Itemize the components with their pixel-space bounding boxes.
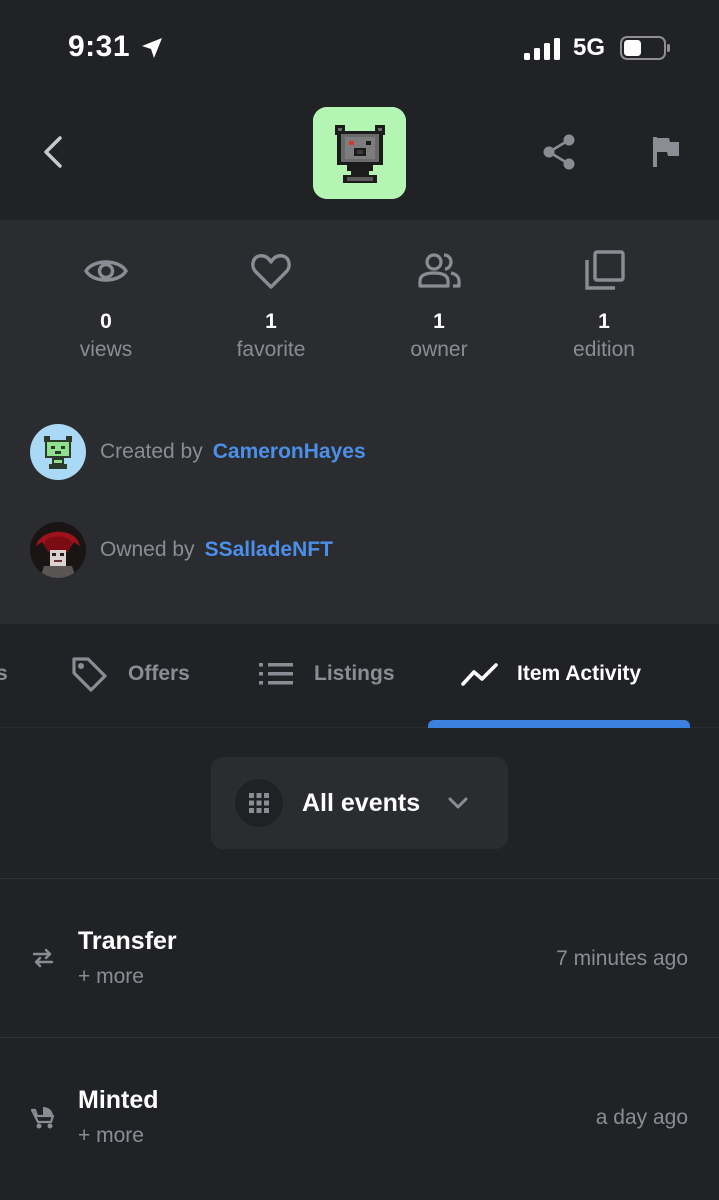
creator-link[interactable]: CameronHayes <box>213 440 366 464</box>
creator-prefix: Created by <box>100 440 203 463</box>
activity-timestamp: 7 minutes ago <box>556 947 688 970</box>
status-bar: 9:31 5G <box>0 0 719 95</box>
owner-avatar[interactable] <box>30 522 86 578</box>
editions-count: 1 <box>598 310 610 333</box>
filter-icon-badge <box>235 779 283 827</box>
stat-editions: 1 edition <box>524 248 684 362</box>
tab-item-activity-label: Item Activity <box>517 662 642 685</box>
trending-up-icon <box>461 663 498 686</box>
network-type: 5G <box>573 34 606 61</box>
owner-link[interactable]: SSalladeNFT <box>205 538 333 562</box>
active-tab-indicator <box>428 720 690 728</box>
activity-row-minted[interactable]: Minted + more a day ago <box>0 1038 719 1196</box>
stat-favorites: 1 favorite <box>191 248 351 362</box>
transfer-arrows-icon <box>32 948 54 968</box>
creator-row: Created by CameronHayes <box>30 424 366 480</box>
owners-label: owner <box>410 338 468 361</box>
item-header <box>0 95 719 220</box>
stat-owners: 1 owner <box>359 248 519 362</box>
chevron-down-icon <box>448 797 468 809</box>
item-info-panel: 0 views 1 favorite 1 owner 1 edition Cre… <box>0 220 719 624</box>
stroller-icon <box>30 1107 55 1129</box>
report-flag-icon[interactable] <box>650 135 682 169</box>
people-icon <box>418 253 461 288</box>
tab-listings-label: Listings <box>314 662 395 685</box>
share-icon[interactable] <box>540 133 578 171</box>
owners-count: 1 <box>433 310 445 333</box>
grid-icon <box>249 793 269 813</box>
activity-title: Transfer <box>78 927 177 955</box>
battery-icon <box>620 36 670 60</box>
pixel-bear-image <box>313 107 406 199</box>
heart-icon <box>251 254 291 289</box>
filter-label: All events <box>302 788 421 817</box>
activity-title: Minted <box>78 1086 159 1114</box>
activity-more-link[interactable]: + more <box>78 1124 144 1148</box>
event-filter-dropdown[interactable]: All events <box>211 757 508 849</box>
views-label: views <box>79 338 133 361</box>
eye-icon <box>84 260 128 282</box>
creator-avatar[interactable] <box>30 424 86 480</box>
editions-label: edition <box>573 338 635 361</box>
tab-details-partial-label: s <box>0 662 8 685</box>
tab-offers-label: Offers <box>128 662 190 685</box>
copies-icon <box>585 250 625 290</box>
owner-prefix: Owned by <box>100 538 195 561</box>
status-time: 9:31 <box>68 30 131 63</box>
location-arrow-icon <box>142 38 162 58</box>
activity-timestamp: a day ago <box>595 1106 688 1129</box>
nft-thumbnail <box>313 107 406 199</box>
tab-offers[interactable]: Offers <box>70 624 190 724</box>
list-icon <box>259 663 293 685</box>
favorites-count: 1 <box>265 310 277 333</box>
favorites-label: favorite <box>236 338 306 361</box>
pixel-creature-image <box>30 424 86 480</box>
views-count: 0 <box>100 310 112 333</box>
cellular-signal-icon <box>524 38 560 60</box>
tab-item-activity[interactable]: Item Activity <box>461 624 641 724</box>
tab-details-partial[interactable]: s <box>0 624 8 724</box>
item-tabs: s Offers Listings Item Activity <box>0 624 719 728</box>
tag-icon <box>72 657 107 692</box>
tab-listings[interactable]: Listings <box>259 624 395 724</box>
back-chevron-icon[interactable] <box>38 132 68 172</box>
activity-row-transfer[interactable]: Transfer + more 7 minutes ago <box>0 879 719 1037</box>
stat-views: 0 views <box>26 248 186 362</box>
activity-more-link[interactable]: + more <box>78 965 144 989</box>
owner-row: Owned by SSalladeNFT <box>30 522 333 578</box>
owner-profile-image <box>30 522 86 578</box>
